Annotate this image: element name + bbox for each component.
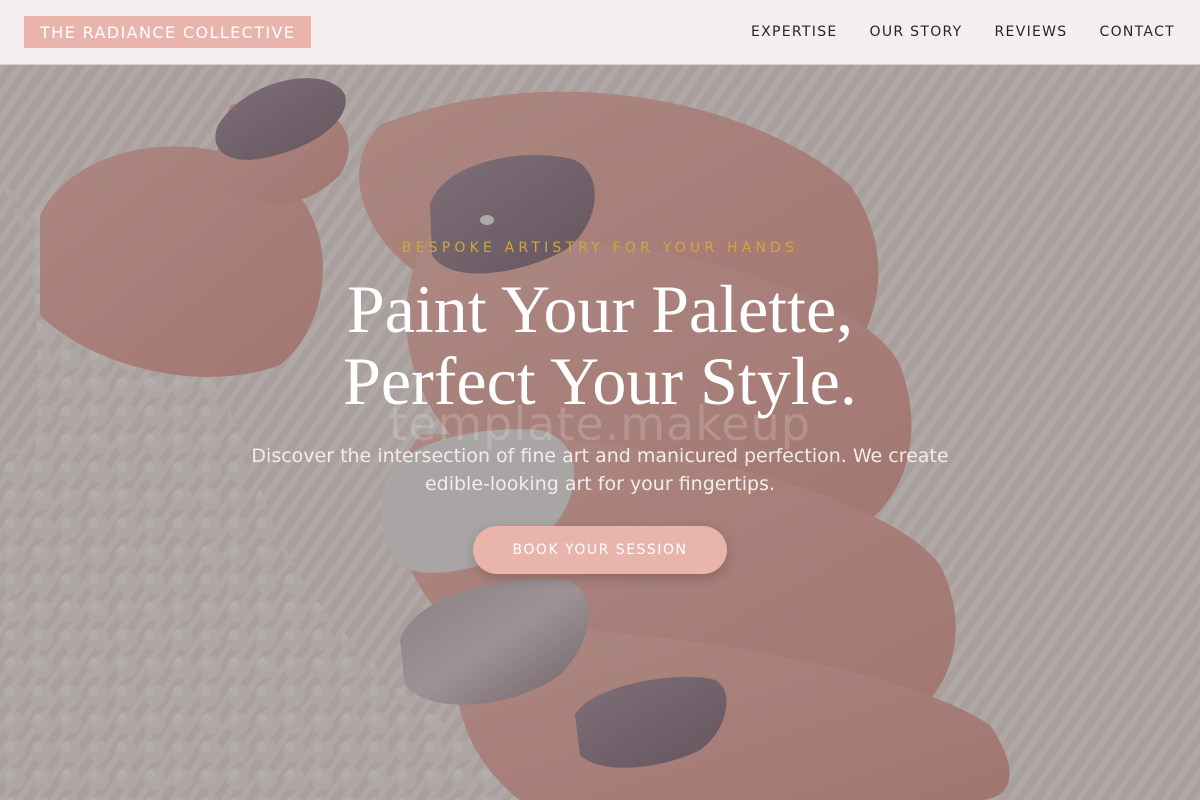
main-nav: EXPERTISE OUR STORY REVIEWS CONTACT xyxy=(751,24,1176,40)
nav-item-reviews[interactable]: REVIEWS xyxy=(995,24,1068,40)
site-header: THE RADIANCE COLLECTIVE EXPERTISE OUR ST… xyxy=(0,0,1200,65)
hero-headline-line-2: Perfect Your Style. xyxy=(343,343,857,419)
brand-logo-text: THE RADIANCE COLLECTIVE xyxy=(40,22,296,42)
nav-item-expertise[interactable]: EXPERTISE xyxy=(751,24,838,40)
hero-headline-line-1: Paint Your Palette, xyxy=(346,271,854,347)
hero-headline: Paint Your Palette, Perfect Your Style. xyxy=(0,273,1200,417)
book-session-button[interactable]: BOOK YOUR SESSION xyxy=(473,526,727,574)
nav-item-our-story[interactable]: OUR STORY xyxy=(870,24,963,40)
hero-subtext: Discover the intersection of fine art an… xyxy=(251,445,949,495)
nav-item-contact[interactable]: CONTACT xyxy=(1100,24,1176,40)
hero-section: template.makeup BESPOKE ARTISTRY FOR YOU… xyxy=(0,65,1200,800)
hero-eyebrow: BESPOKE ARTISTRY FOR YOUR HANDS xyxy=(401,240,799,256)
brand-logo[interactable]: THE RADIANCE COLLECTIVE xyxy=(24,16,312,48)
